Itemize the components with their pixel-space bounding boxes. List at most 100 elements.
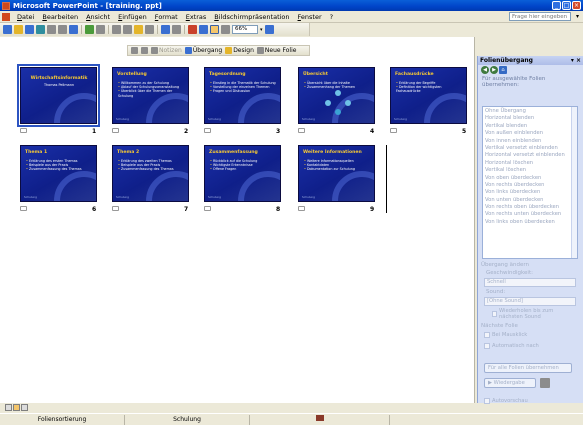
transition-option[interactable]: Horizontal blenden <box>483 114 577 121</box>
slide-thumbnail-8[interactable]: Zusammenfassung Rückblick auf die Schulu… <box>204 145 281 202</box>
slide-sorter-view-icon[interactable] <box>13 404 20 411</box>
menu-bildschirmpraesentation[interactable]: Bildschirmpräsentation <box>210 13 293 21</box>
transition-option[interactable]: Horizontal versetzt einblenden <box>483 151 577 158</box>
zoom-select[interactable]: 66% <box>232 25 258 34</box>
permission-icon[interactable] <box>36 25 45 34</box>
slide-title: Übersicht <box>303 72 328 77</box>
transition-indicator-icon[interactable] <box>298 206 305 211</box>
transition-option[interactable]: Von unten überdecken <box>483 196 577 203</box>
document-icon[interactable] <box>2 12 10 21</box>
menu-extras[interactable]: Extras <box>182 13 211 21</box>
transition-option[interactable]: Von rechts überdecken <box>483 181 577 188</box>
sound-select[interactable]: [Ohne Sound] <box>484 297 576 306</box>
speed-select[interactable]: Schnell <box>484 278 576 287</box>
new-slide-button[interactable]: Neue Folie <box>256 47 296 54</box>
home-icon[interactable]: ⌂ <box>499 66 507 74</box>
task-pane-menu-icon[interactable]: ▾ × <box>571 57 581 64</box>
transition-indicator-icon[interactable] <box>20 128 27 133</box>
cut-icon[interactable] <box>112 25 121 34</box>
minimize-button[interactable]: _ <box>552 1 561 10</box>
help-dropdown-icon[interactable]: ▾ <box>576 13 579 20</box>
transition-indicator-icon[interactable] <box>112 206 119 211</box>
research-icon[interactable] <box>96 25 105 34</box>
slide-thumbnail-1[interactable]: Wirtschaftsinformatik Thomas Pellmann <box>17 64 100 127</box>
loop-sound-label: Wiederholen bis zum nächsten Sound <box>498 308 554 320</box>
transition-option[interactable]: Von innen einblenden <box>483 137 577 144</box>
email-icon[interactable] <box>47 25 56 34</box>
slide-thumbnail-9[interactable]: Weitere Informationen Weitere Informatio… <box>298 145 375 202</box>
slide-show-view-icon[interactable] <box>21 404 28 411</box>
transition-option[interactable]: Vertikal blenden <box>483 122 577 129</box>
transition-option[interactable]: Von links überdecken <box>483 188 577 195</box>
back-icon[interactable]: ◀ <box>481 66 489 74</box>
transition-option[interactable]: Von rechts oben überdecken <box>483 203 577 210</box>
loop-sound-checkbox[interactable]: Wiederholen bis zum nächsten Sound <box>492 308 572 320</box>
menu-bearbeiten[interactable]: Bearbeiten <box>38 13 82 21</box>
new-icon[interactable] <box>3 25 12 34</box>
transition-indicator-icon[interactable] <box>20 206 27 211</box>
autopreview-checkbox[interactable]: Autovorschau <box>484 398 528 404</box>
apply-to-all-button[interactable]: Für alle Folien übernehmen <box>484 363 572 373</box>
transition-indicator-icon[interactable] <box>112 128 119 133</box>
transition-list-scrollbar[interactable] <box>571 107 577 258</box>
menu-help[interactable]: ? <box>326 13 337 21</box>
slide-thumbnail-6[interactable]: Thema 1 Erklärung des ersten Themas Beis… <box>20 145 97 202</box>
transition-option[interactable]: Vertikal versetzt einblenden <box>483 144 577 151</box>
save-icon[interactable] <box>25 25 34 34</box>
transition-option[interactable]: Ohne Übergang <box>483 107 577 114</box>
transition-option[interactable]: Von rechts unten überdecken <box>483 210 577 217</box>
on-click-checkbox[interactable]: Bei Mausklick <box>484 332 527 338</box>
transition-option[interactable]: Horizontal löschen <box>483 159 577 166</box>
format-painter-icon[interactable] <box>145 25 154 34</box>
print-preview-icon[interactable] <box>69 25 78 34</box>
slide-thumbnail-3[interactable]: Tagesordnung Einstieg in die Thematik de… <box>204 67 281 124</box>
redo-icon[interactable] <box>172 25 181 34</box>
menu-ansicht[interactable]: Ansicht <box>82 13 114 21</box>
open-icon[interactable] <box>14 25 23 34</box>
slide-thumbnail-5[interactable]: Fachausdrücke Erklärung der Begriffe Def… <box>390 67 467 124</box>
show-formatting-icon[interactable] <box>221 25 230 34</box>
copy-icon[interactable] <box>123 25 132 34</box>
transition-option[interactable]: Von links oben überdecken <box>483 218 577 225</box>
forward-icon[interactable]: ▶ <box>490 66 498 74</box>
summary-slide-icon[interactable] <box>141 47 148 54</box>
slide-title: Weitere Informationen <box>303 150 362 155</box>
transition-indicator-icon[interactable] <box>204 206 211 211</box>
maximize-button[interactable]: □ <box>562 1 571 10</box>
transition-indicator-icon[interactable] <box>204 128 211 133</box>
transition-indicator-icon[interactable] <box>298 128 305 133</box>
design-button[interactable]: Design <box>225 47 254 54</box>
spelling-icon[interactable] <box>85 25 94 34</box>
chart-icon[interactable] <box>188 25 197 34</box>
color-grayscale-icon[interactable] <box>210 25 219 34</box>
print-icon[interactable] <box>58 25 67 34</box>
slide-thumbnail-4[interactable]: Übersicht Übersicht über die Inhalte Zus… <box>298 67 375 124</box>
help-search-input[interactable]: Frage hier eingeben <box>509 12 571 21</box>
table-icon[interactable] <box>199 25 208 34</box>
notes-button[interactable]: Notizen <box>151 47 182 54</box>
normal-view-icon[interactable] <box>5 404 12 411</box>
hide-slide-icon[interactable] <box>131 47 138 54</box>
notes-label: Notizen <box>159 47 182 54</box>
menu-einfuegen[interactable]: Einfügen <box>114 13 151 21</box>
menu-format[interactable]: Format <box>151 13 182 21</box>
transition-indicator-icon[interactable] <box>390 128 397 133</box>
transition-option[interactable]: Von oben überdecken <box>483 174 577 181</box>
zoom-dropdown-icon[interactable]: ▾ <box>260 27 263 33</box>
play-button[interactable]: ▶ Wiedergabe <box>484 378 536 388</box>
transition-option[interactable]: Von außen einblenden <box>483 129 577 136</box>
slide-show-icon[interactable] <box>540 378 550 388</box>
undo-icon[interactable] <box>161 25 170 34</box>
auto-after-checkbox[interactable]: Automatisch nach <box>484 343 539 349</box>
paste-icon[interactable] <box>134 25 143 34</box>
slide-thumbnail-2[interactable]: Vorstellung Willkommen zu der Schulung A… <box>112 67 189 124</box>
close-button[interactable]: × <box>572 1 581 10</box>
transition-option[interactable]: Vertikal löschen <box>483 166 577 173</box>
slide-thumbnail-7[interactable]: Thema 2 Erklärung des zweiten Themas Bei… <box>112 145 189 202</box>
help-icon[interactable] <box>264 25 274 34</box>
menu-datei[interactable]: Datei <box>13 13 38 21</box>
menu-fenster[interactable]: Fenster <box>294 13 326 21</box>
apply-to-selected-label: Für ausgewählte Folien übernehmen: <box>482 76 546 88</box>
transition-button[interactable]: Übergang <box>184 47 222 54</box>
transition-list[interactable]: Ohne Übergang Horizontal blenden Vertika… <box>482 106 578 259</box>
